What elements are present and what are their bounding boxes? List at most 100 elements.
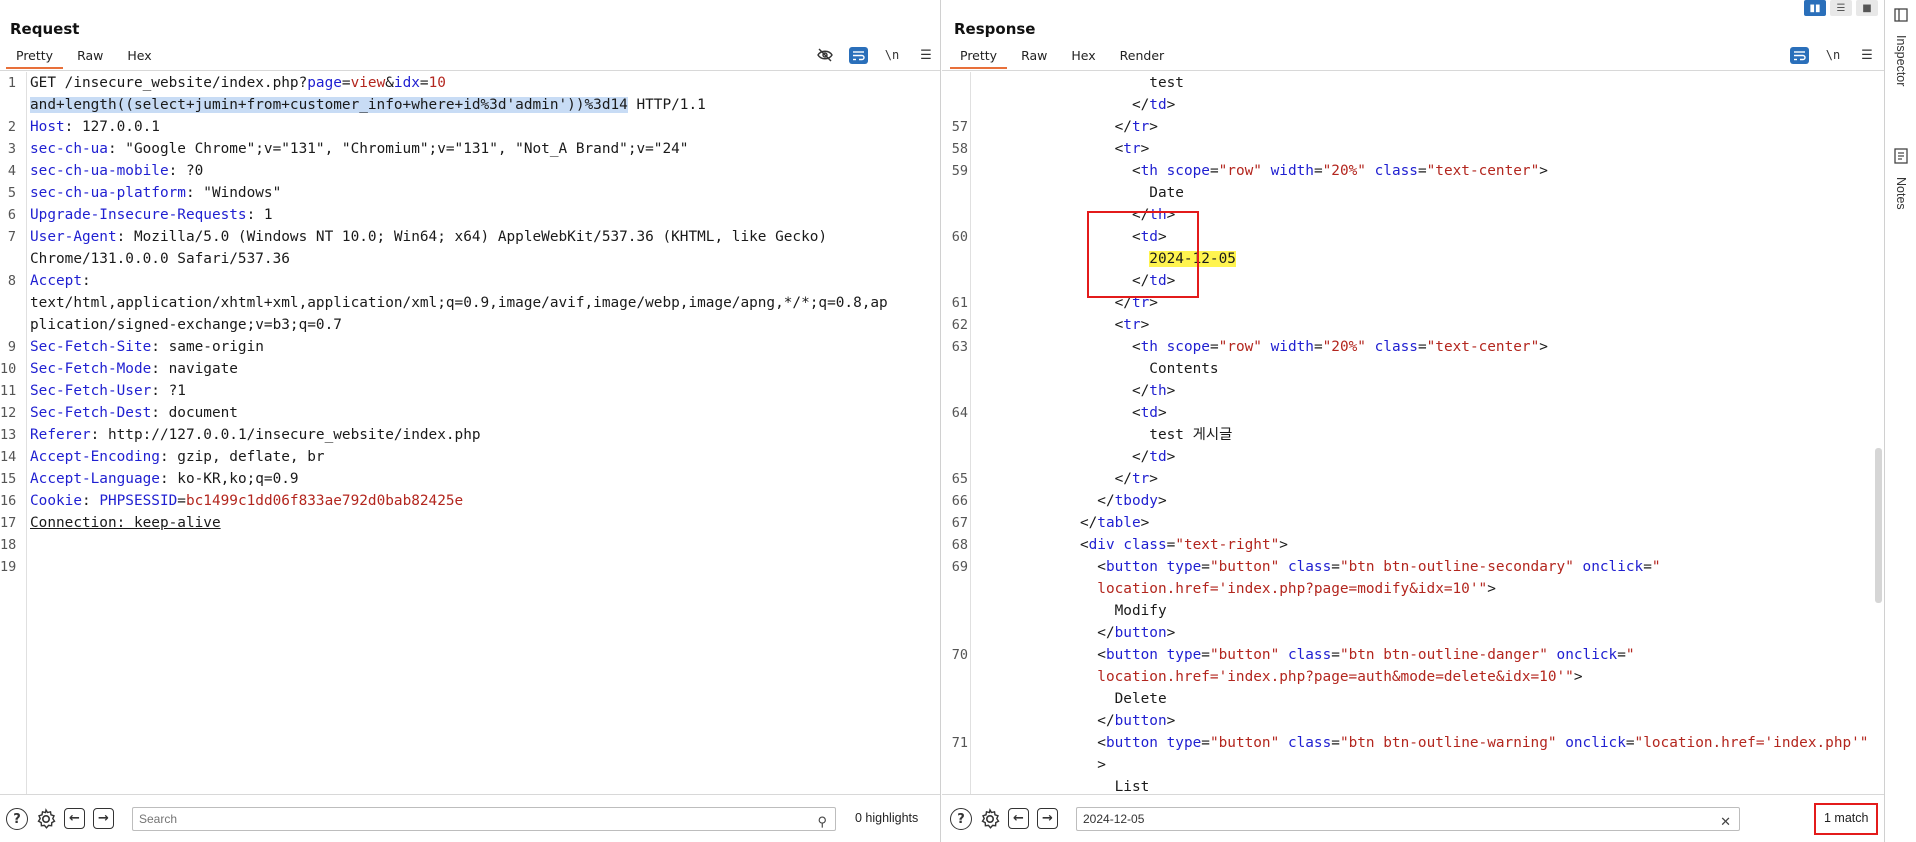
response-tab-divider [942,70,1884,71]
help-icon[interactable]: ? [950,808,972,830]
code-line: text/html,application/xhtml+xml,applicat… [0,292,940,314]
help-icon[interactable]: ? [6,808,28,830]
match-count: 1 match [1814,803,1879,835]
response-editor[interactable]: test </td> 57 </tr> 58 <tr> 59 <th scope="r… [942,72,1884,794]
code-token: = [177,493,186,509]
forward-arrow-icon[interactable]: → [1037,808,1058,829]
code-token: " [1651,559,1661,575]
code-token: < [976,141,1124,157]
code-token: class [1374,339,1418,355]
tab-hex[interactable]: Hex [117,48,161,69]
code-token: < [976,163,1141,179]
line-code: </tr> [976,468,1158,490]
line-code: <button type="button" class="btn btn-out… [976,556,1661,578]
back-arrow-icon[interactable]: ← [64,808,85,829]
code-token: view [350,75,386,91]
line-code: User-Agent: Mozilla/5.0 (Windows NT 10.0… [30,226,827,248]
code-line: </th> [942,204,1884,226]
code-token: & [385,75,394,91]
code-token: tr [1123,317,1141,333]
sidebar-item-inspector[interactable]: Inspector [1885,8,1916,86]
code-token: > [1166,713,1176,729]
line-code: text/html,application/xhtml+xml,applicat… [30,292,888,314]
line-code: Accept-Language: ko-KR,ko;q=0.9 [30,468,299,490]
code-token: onclick [1582,559,1644,575]
code-token: Upgrade-Insecure-Requests [30,207,247,223]
hamburger-icon[interactable]: ☰ [916,45,936,65]
code-token: Modify [976,603,1167,619]
line-number: 69 [951,559,968,575]
request-search-input[interactable] [139,808,752,830]
tab-raw[interactable]: Raw [1011,48,1057,69]
tab-pretty[interactable]: Pretty [6,48,64,69]
date-callout-box [1087,211,1199,298]
code-token: " [1625,647,1635,663]
line-number: 9 [7,339,16,355]
tab-raw[interactable]: Raw [67,48,113,69]
code-token: div [1088,537,1115,553]
response-scrollbar[interactable] [1875,448,1882,603]
request-search-box[interactable]: ⚲ [132,807,836,831]
request-editor[interactable]: 1 GET /insecure_website/index.php?page=vi… [0,72,940,794]
line-code: Modify [976,600,1167,622]
tab-pretty[interactable]: Pretty [950,48,1008,69]
code-line: 67 </table> [942,512,1884,534]
code-token: = [1209,339,1219,355]
line-number: 1 [7,75,16,91]
code-token: > [1279,537,1288,553]
code-token: > [1573,669,1583,685]
wrap-icon[interactable] [1790,46,1809,64]
code-token: type [1166,647,1202,663]
line-number: 62 [951,317,968,333]
response-search-box[interactable]: ✕ [1076,807,1740,831]
code-token: = [1166,537,1176,553]
code-token: th [1140,339,1158,355]
code-line: 8 Accept: [0,270,940,292]
code-token: HTTP/1.1 [627,97,706,113]
newline-toggle[interactable]: \n [1823,45,1843,65]
gear-icon[interactable] [35,808,57,830]
sidebar-item-label: Notes [1894,177,1908,210]
newline-toggle[interactable]: \n [882,45,902,65]
code-token: Delete [976,691,1167,707]
split-vertical-icon[interactable]: ☰ [1830,0,1852,16]
code-token: < [976,537,1089,553]
single-pane-icon[interactable]: ■ [1856,0,1878,16]
clear-icon[interactable]: ✕ [1720,811,1731,833]
sidebar-item-notes[interactable]: Notes [1885,148,1916,210]
tab-render[interactable]: Render [1110,48,1175,69]
code-token: </ [976,515,1098,531]
line-number: 19 [0,559,17,575]
line-number: 63 [951,339,968,355]
code-token: td [1149,97,1167,113]
code-line: 6 Upgrade-Insecure-Requests: 1 [0,204,940,226]
back-arrow-icon[interactable]: ← [1008,808,1029,829]
code-token: </ [976,713,1115,729]
wrap-icon[interactable] [849,46,868,64]
code-token: Referer [30,427,91,443]
split-horizontal-icon[interactable]: ▮▮ [1804,0,1826,16]
code-token: button [1114,625,1167,641]
response-search-input[interactable] [1083,808,1661,830]
tab-hex[interactable]: Hex [1061,48,1105,69]
code-token: PHPSESSID [99,493,178,509]
gear-icon[interactable] [979,808,1001,830]
forward-arrow-icon[interactable]: → [93,808,114,829]
code-token: = [419,75,429,91]
hamburger-icon[interactable]: ☰ [1857,45,1877,65]
code-token: : ?1 [151,383,186,399]
search-icon[interactable]: ⚲ [817,811,827,833]
code-token: "text-center" [1426,163,1540,179]
code-token: < [976,317,1124,333]
code-token: "button" [1209,647,1280,663]
code-token: : 1 [246,207,273,223]
eye-slash-icon[interactable] [815,45,835,65]
code-line: 2 Host: 127.0.0.1 [0,116,940,138]
line-number: 7 [7,229,16,245]
line-code: </button> [976,622,1175,644]
code-token: > [1140,141,1150,157]
code-line: 64 <td> [942,402,1884,424]
code-token: < [976,339,1141,355]
code-token: and+length((select+jumin+from+customer_i… [30,97,628,113]
code-token: "button" [1209,559,1280,575]
